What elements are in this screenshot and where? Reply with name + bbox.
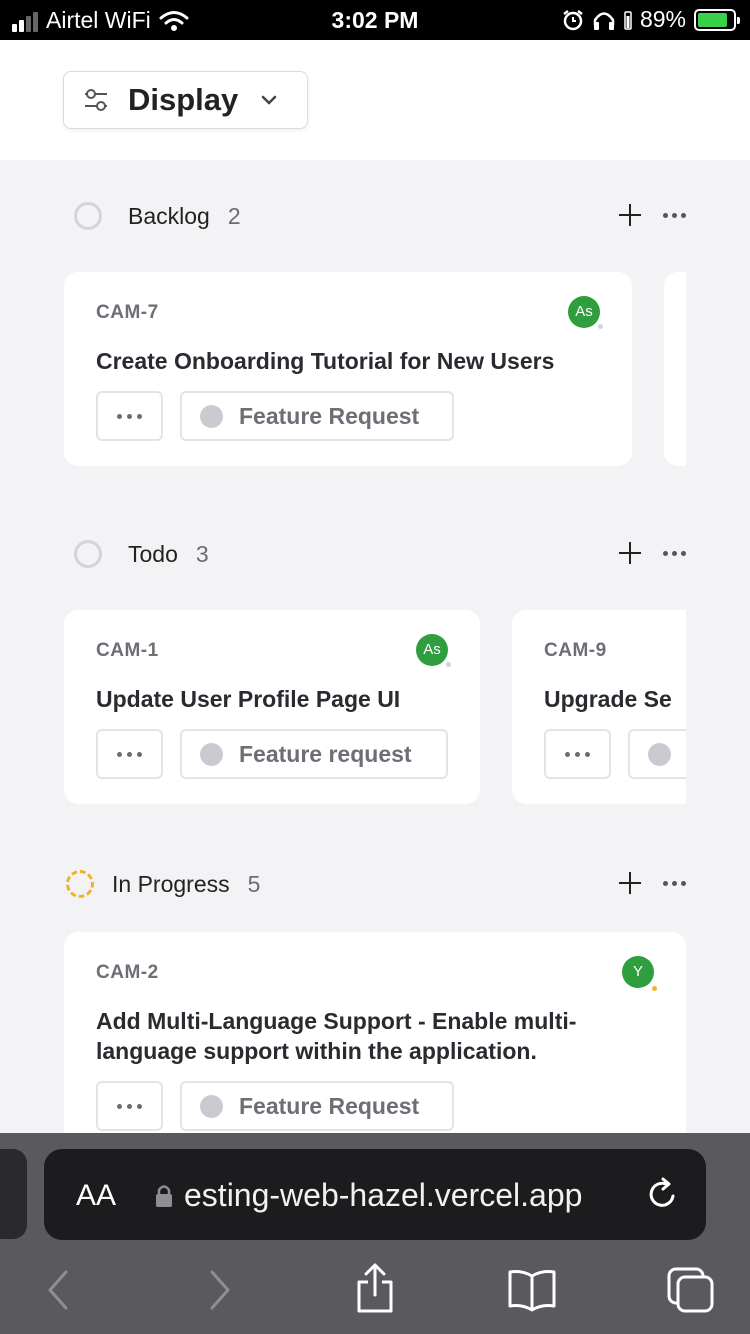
forward-icon[interactable]: [206, 1268, 234, 1312]
issue-options-button[interactable]: [96, 391, 163, 441]
todo-status-icon: [74, 540, 102, 568]
url-text: esting-web-hazel.vercel.app: [184, 1177, 583, 1213]
presence-dot: [652, 986, 657, 991]
alarm-icon: [563, 9, 583, 30]
backlog-card-lane[interactable]: CAM-7 As Create Onboarding Tutorial for …: [64, 272, 686, 466]
assignee-avatar[interactable]: As: [568, 296, 600, 328]
issue-title: Create Onboarding Tutorial for New Users: [96, 348, 555, 374]
label-chip[interactable]: [628, 729, 686, 779]
group-count: 3: [195, 540, 209, 567]
address-bar[interactable]: AA esting-web-hazel.vercel.app: [44, 1149, 706, 1240]
lock-icon: [156, 1185, 172, 1207]
assignee-avatar[interactable]: As: [416, 634, 448, 666]
presence-dot: [446, 662, 451, 667]
label-chip[interactable]: Feature Request: [180, 1081, 454, 1131]
label-text: Feature Request: [239, 402, 420, 429]
battery-icon: [694, 8, 740, 31]
group-header-backlog: Backlog 2: [64, 194, 686, 238]
issue-options-button[interactable]: [96, 1081, 163, 1131]
text-size-button[interactable]: AA: [76, 1179, 116, 1213]
label-color-dot: [648, 742, 671, 766]
issue-title: Update User Profile Page UI: [96, 686, 401, 712]
backlog-status-icon: [74, 202, 102, 230]
group-more-button[interactable]: [663, 868, 686, 898]
reload-icon[interactable]: [646, 1176, 680, 1212]
status-right: 89%: [562, 6, 740, 33]
back-icon[interactable]: [44, 1268, 72, 1312]
in-progress-card-lane[interactable]: CAM-2 Y Add Multi-Language Support - Ena…: [64, 932, 686, 1142]
display-button[interactable]: Display: [63, 71, 308, 129]
bookmarks-icon[interactable]: [506, 1268, 558, 1312]
headphones-icon: [593, 11, 615, 30]
label-text: Feature request: [239, 740, 412, 767]
issue-card-partial[interactable]: [664, 272, 686, 466]
group-count: 5: [247, 870, 261, 897]
issue-id: CAM-1: [96, 640, 159, 661]
top-header: Display: [0, 40, 750, 160]
issue-card[interactable]: CAM-1 As Update User Profile Page UI Fea…: [64, 610, 480, 804]
label-color-dot: [200, 1094, 223, 1118]
issue-title: Upgrade Se: [544, 686, 672, 712]
add-issue-button[interactable]: [615, 868, 645, 898]
issue-card[interactable]: CAM-2 Y Add Multi-Language Support - Ena…: [64, 932, 686, 1142]
issue-card[interactable]: CAM-7 As Create Onboarding Tutorial for …: [64, 272, 632, 466]
label-color-dot: [200, 742, 223, 766]
presence-dot: [598, 324, 603, 329]
chevron-down-icon: [262, 95, 277, 105]
tabs-icon[interactable]: [666, 1266, 716, 1314]
group-header-in-progress: In Progress 5: [64, 862, 686, 906]
group-title: Todo: [128, 540, 178, 567]
group-title: In Progress: [112, 870, 230, 897]
share-icon[interactable]: [354, 1262, 396, 1314]
todo-card-lane[interactable]: CAM-1 As Update User Profile Page UI Fea…: [64, 610, 686, 804]
assignee-avatar[interactable]: Y: [622, 956, 654, 988]
sliders-icon: [85, 89, 107, 111]
group-count: 2: [227, 202, 241, 229]
group-more-button[interactable]: [663, 200, 686, 230]
add-issue-button[interactable]: [615, 200, 645, 230]
issue-card-partial[interactable]: CAM-9 Upgrade Se: [512, 610, 686, 804]
label-color-dot: [200, 404, 223, 428]
issue-id: CAM-7: [96, 302, 159, 323]
label-chip[interactable]: Feature Request: [180, 391, 454, 441]
label-text: Feature Request: [239, 1092, 420, 1119]
group-header-todo: Todo 3: [64, 532, 686, 576]
group-more-button[interactable]: [663, 538, 686, 568]
display-label: Display: [128, 82, 239, 117]
issue-options-button[interactable]: [544, 729, 611, 779]
issue-id: CAM-2: [96, 962, 159, 983]
add-issue-button[interactable]: [615, 538, 645, 568]
status-bar: Airtel WiFi 3:02 PM 89%: [0, 0, 750, 40]
issue-id: CAM-9: [544, 640, 607, 661]
battery-small-icon: [624, 10, 632, 30]
battery-percent: 89%: [639, 6, 686, 32]
in-progress-status-icon: [66, 870, 94, 898]
group-title: Backlog: [128, 202, 210, 229]
issue-options-button[interactable]: [96, 729, 163, 779]
previous-tab-preview[interactable]: [0, 1149, 27, 1239]
issue-title: Add Multi-Language Support - Enable mult…: [96, 1008, 577, 1064]
label-chip[interactable]: Feature request: [180, 729, 448, 779]
